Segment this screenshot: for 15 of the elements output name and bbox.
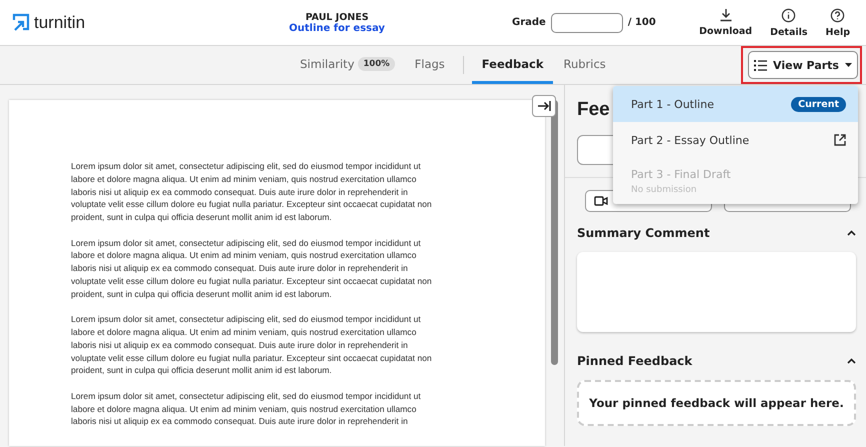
student-name: PAUL JONES bbox=[305, 12, 369, 22]
document-paragraph: Lorem ipsum dolor sit amet, consectetur adipiscing elit, sed do eiusmod tempor incididunt ut labore et dolore magna aliqua. Ut enim ad minim veniam, quis nostrud exercitation ullamco laboris nisi ut aliquip ex ea commodo consequat. Duis aute irure dolor in reprehenderit in voluptate velit esse cillum dolore eu fugiat nulla pariatur. Excepteur sint occaecat cupidatat non proident, sunt in culpa qui officia deserunt mollit anim id est laborum. bbox=[71, 313, 433, 378]
empty-state-message: Your pinned feedback will appear here. bbox=[589, 396, 844, 410]
grade-label: Grade bbox=[512, 17, 546, 28]
similarity-badge: 100% bbox=[358, 56, 395, 70]
logo-wordmark: turnitin bbox=[34, 12, 86, 32]
menu-item-note: No submission bbox=[631, 184, 697, 194]
document-paragraph: Lorem ipsum dolor sit amet, consectetur adipiscing elit, sed do eiusmod tempor incididunt ut labore et dolore magna aliqua. Ut enim ad minim veniam, quis nostrud exercitation ullamco laboris nisi ut aliquip ex ea commodo consequat. Duis aute irure dolor in reprehenderit in voluptate velit esse cillum dolore eu fugiat nulla pariatur. Excepteur sint occaecat cupidatat non proident, sunt in culpa qui officia deserunt mollit anim id est laborum. bbox=[71, 160, 433, 224]
section-title: Pinned Feedback bbox=[577, 354, 692, 368]
section-title: Summary Comment bbox=[577, 226, 710, 240]
document-paragraph: Lorem ipsum dolor sit amet, consectetur adipiscing elit, sed do eiusmod tempor incididunt ut labore et dolore magna aliqua. Ut enim ad minim veniam, quis nostrud exercitation ullamco laboris nisi ut aliquip ex ea commodo consequat. Duis aute irure dolor in reprehenderit in voluptate velit esse cillum dolore eu fugiat nulla pariatur. Excepteur sint occaecat cupidatat non proident, sunt in culpa qui officia deserunt mollit anim id est laborum. bbox=[71, 236, 433, 301]
document-paragraph: Lorem ipsum dolor sit amet, consectetur adipiscing elit, sed do eiusmod tempor incididunt ut labore et dolore magna aliqua. Ut enim ad minim veniam, quis nostrud exercitation ullamco laboris nisi ut aliquip ex ea commodo consequat. Duis aute irure dolor in reprehenderit in bbox=[71, 390, 422, 428]
panel-title: Fee bbox=[577, 99, 610, 122]
current-badge: Current bbox=[791, 96, 846, 112]
grade-max: / 100 bbox=[628, 17, 656, 28]
